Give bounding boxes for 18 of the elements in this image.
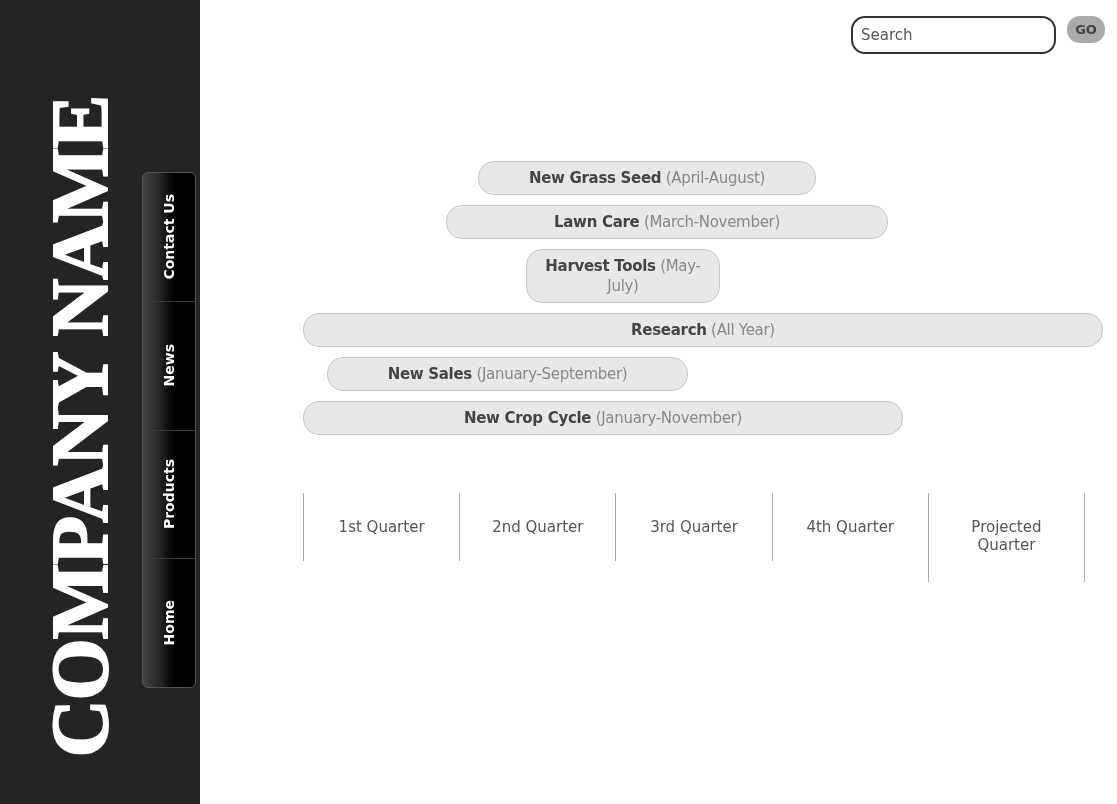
search-field[interactable]: Search (851, 16, 1056, 54)
timeline-bar: New Sales (January-September) (327, 357, 688, 391)
nav-link[interactable]: Products (161, 459, 177, 530)
quarter-label: 4th Quarter (806, 518, 895, 536)
quarter-label: 3rd Quarter (650, 518, 738, 536)
timeline-bar: Harvest Tools (May-July) (526, 249, 720, 303)
timeline-bar: New Crop Cycle (January-November) (303, 401, 903, 435)
timeline-bar: Lawn Care (March-November) (446, 205, 888, 239)
nav-link[interactable]: News (161, 344, 177, 387)
timeline-bar: Research (All Year) (303, 313, 1103, 347)
quarter-label: 1st Quarter (338, 518, 425, 536)
go-button[interactable]: GO (1067, 15, 1105, 43)
timeline-bar: New Grass Seed (April-August) (478, 161, 816, 195)
nav-link[interactable]: Contact Us (161, 194, 177, 280)
nav-link[interactable]: Home (161, 600, 177, 646)
company-logo: COMPANY NAME (40, 96, 120, 758)
quarter-label: 2nd Quarter (492, 518, 584, 536)
quarter-label: Projected Quarter (970, 518, 1043, 554)
